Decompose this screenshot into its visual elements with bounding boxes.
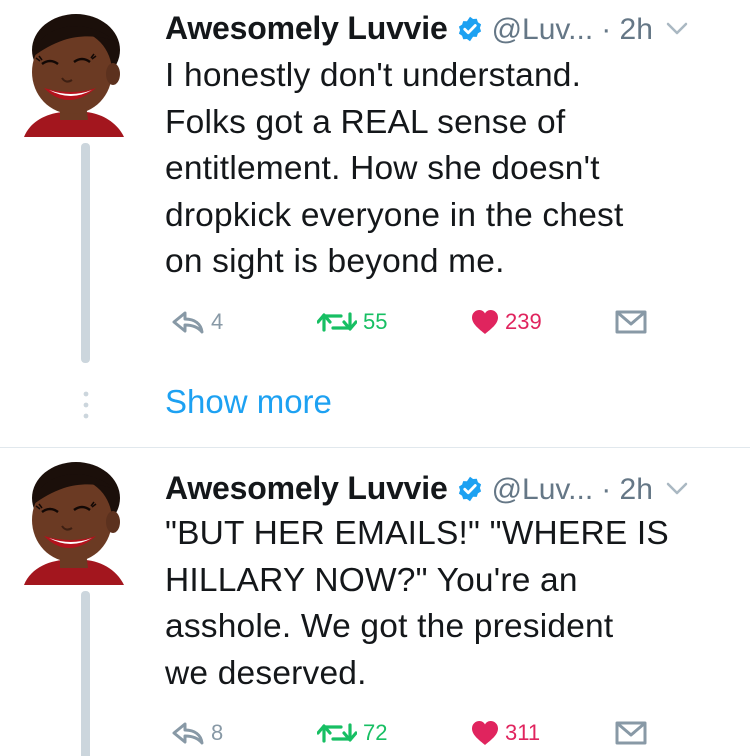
retweet-button[interactable]: 72 <box>317 713 387 753</box>
tweet-text: "BUT HER EMAILS!" "WHERE IS HILLARY NOW?… <box>165 511 735 697</box>
retweet-icon <box>317 721 357 745</box>
avatar[interactable] <box>16 460 126 585</box>
more-dots-icon <box>83 391 89 419</box>
tweet-actions: 8 72 311 <box>165 713 665 753</box>
author-name[interactable]: Awesomely Luvvie <box>165 10 448 47</box>
tweet-text-line: "BUT HER EMAILS!" "WHERE IS <box>165 515 669 552</box>
tweet-text-line: on sight is beyond me. <box>165 243 505 280</box>
tweet-actions: 4 55 239 <box>165 302 665 342</box>
tweet-text-line: HILLARY NOW?" You're an <box>165 561 578 599</box>
tweet-header: Awesomely Luvvie @Luv... · 2h <box>165 470 689 510</box>
reply-button[interactable]: 4 <box>171 302 223 342</box>
verified-badge-icon <box>456 15 484 43</box>
author-handle[interactable]: @Luv... <box>492 473 594 507</box>
reply-button[interactable]: 8 <box>171 713 223 753</box>
reply-icon <box>171 721 205 745</box>
like-button[interactable]: 239 <box>471 302 542 342</box>
tweet-text-line: entitlement. How she doesn't <box>165 150 600 187</box>
tweet-time[interactable]: · 2h <box>601 473 653 507</box>
tweet-text-line: Folks got a REAL sense of <box>165 103 566 141</box>
direct-message-icon <box>615 721 647 745</box>
tweet-time[interactable]: · 2h <box>601 13 653 47</box>
reply-count: 8 <box>211 720 224 745</box>
heart-icon <box>471 309 499 335</box>
retweet-count: 72 <box>363 720 388 745</box>
tweet[interactable]: Awesomely Luvvie @Luv... · 2h "BUT HER E… <box>0 448 750 756</box>
tweet-header: Awesomely Luvvie @Luv... · 2h <box>165 10 689 50</box>
tweet-text-line: dropkick everyone in the chest <box>165 196 624 234</box>
tweet-text-line: we deserved. <box>165 654 367 692</box>
author-handle[interactable]: @Luv... <box>492 13 594 47</box>
show-more-link[interactable]: Show more <box>165 383 332 421</box>
heart-icon <box>471 720 499 746</box>
reply-count: 4 <box>211 309 224 334</box>
direct-message-button[interactable] <box>615 713 647 753</box>
like-button[interactable]: 311 <box>471 713 540 753</box>
thread-line <box>81 591 90 756</box>
avatar[interactable] <box>16 12 126 137</box>
retweet-button[interactable]: 55 <box>317 302 387 342</box>
thread-line <box>81 143 90 363</box>
direct-message-button[interactable] <box>615 302 647 342</box>
like-count: 311 <box>505 720 541 745</box>
like-count: 239 <box>505 309 542 334</box>
direct-message-icon <box>615 310 647 334</box>
retweet-icon <box>317 310 357 334</box>
tweet-text: I honestly don't understand. Folks got a… <box>165 53 735 286</box>
tweet-text-line: I honestly don't understand. <box>165 57 582 94</box>
author-name[interactable]: Awesomely Luvvie <box>165 470 448 507</box>
show-more-row[interactable]: Show more <box>0 375 750 435</box>
tweet-text-line: asshole. We got the president <box>165 608 614 645</box>
chevron-down-icon[interactable] <box>665 481 689 497</box>
retweet-count: 55 <box>363 309 388 334</box>
chevron-down-icon[interactable] <box>665 21 689 37</box>
tweet[interactable]: Awesomely Luvvie @Luv... · 2h I honestly… <box>0 0 750 375</box>
reply-icon <box>171 310 205 334</box>
verified-badge-icon <box>456 475 484 503</box>
